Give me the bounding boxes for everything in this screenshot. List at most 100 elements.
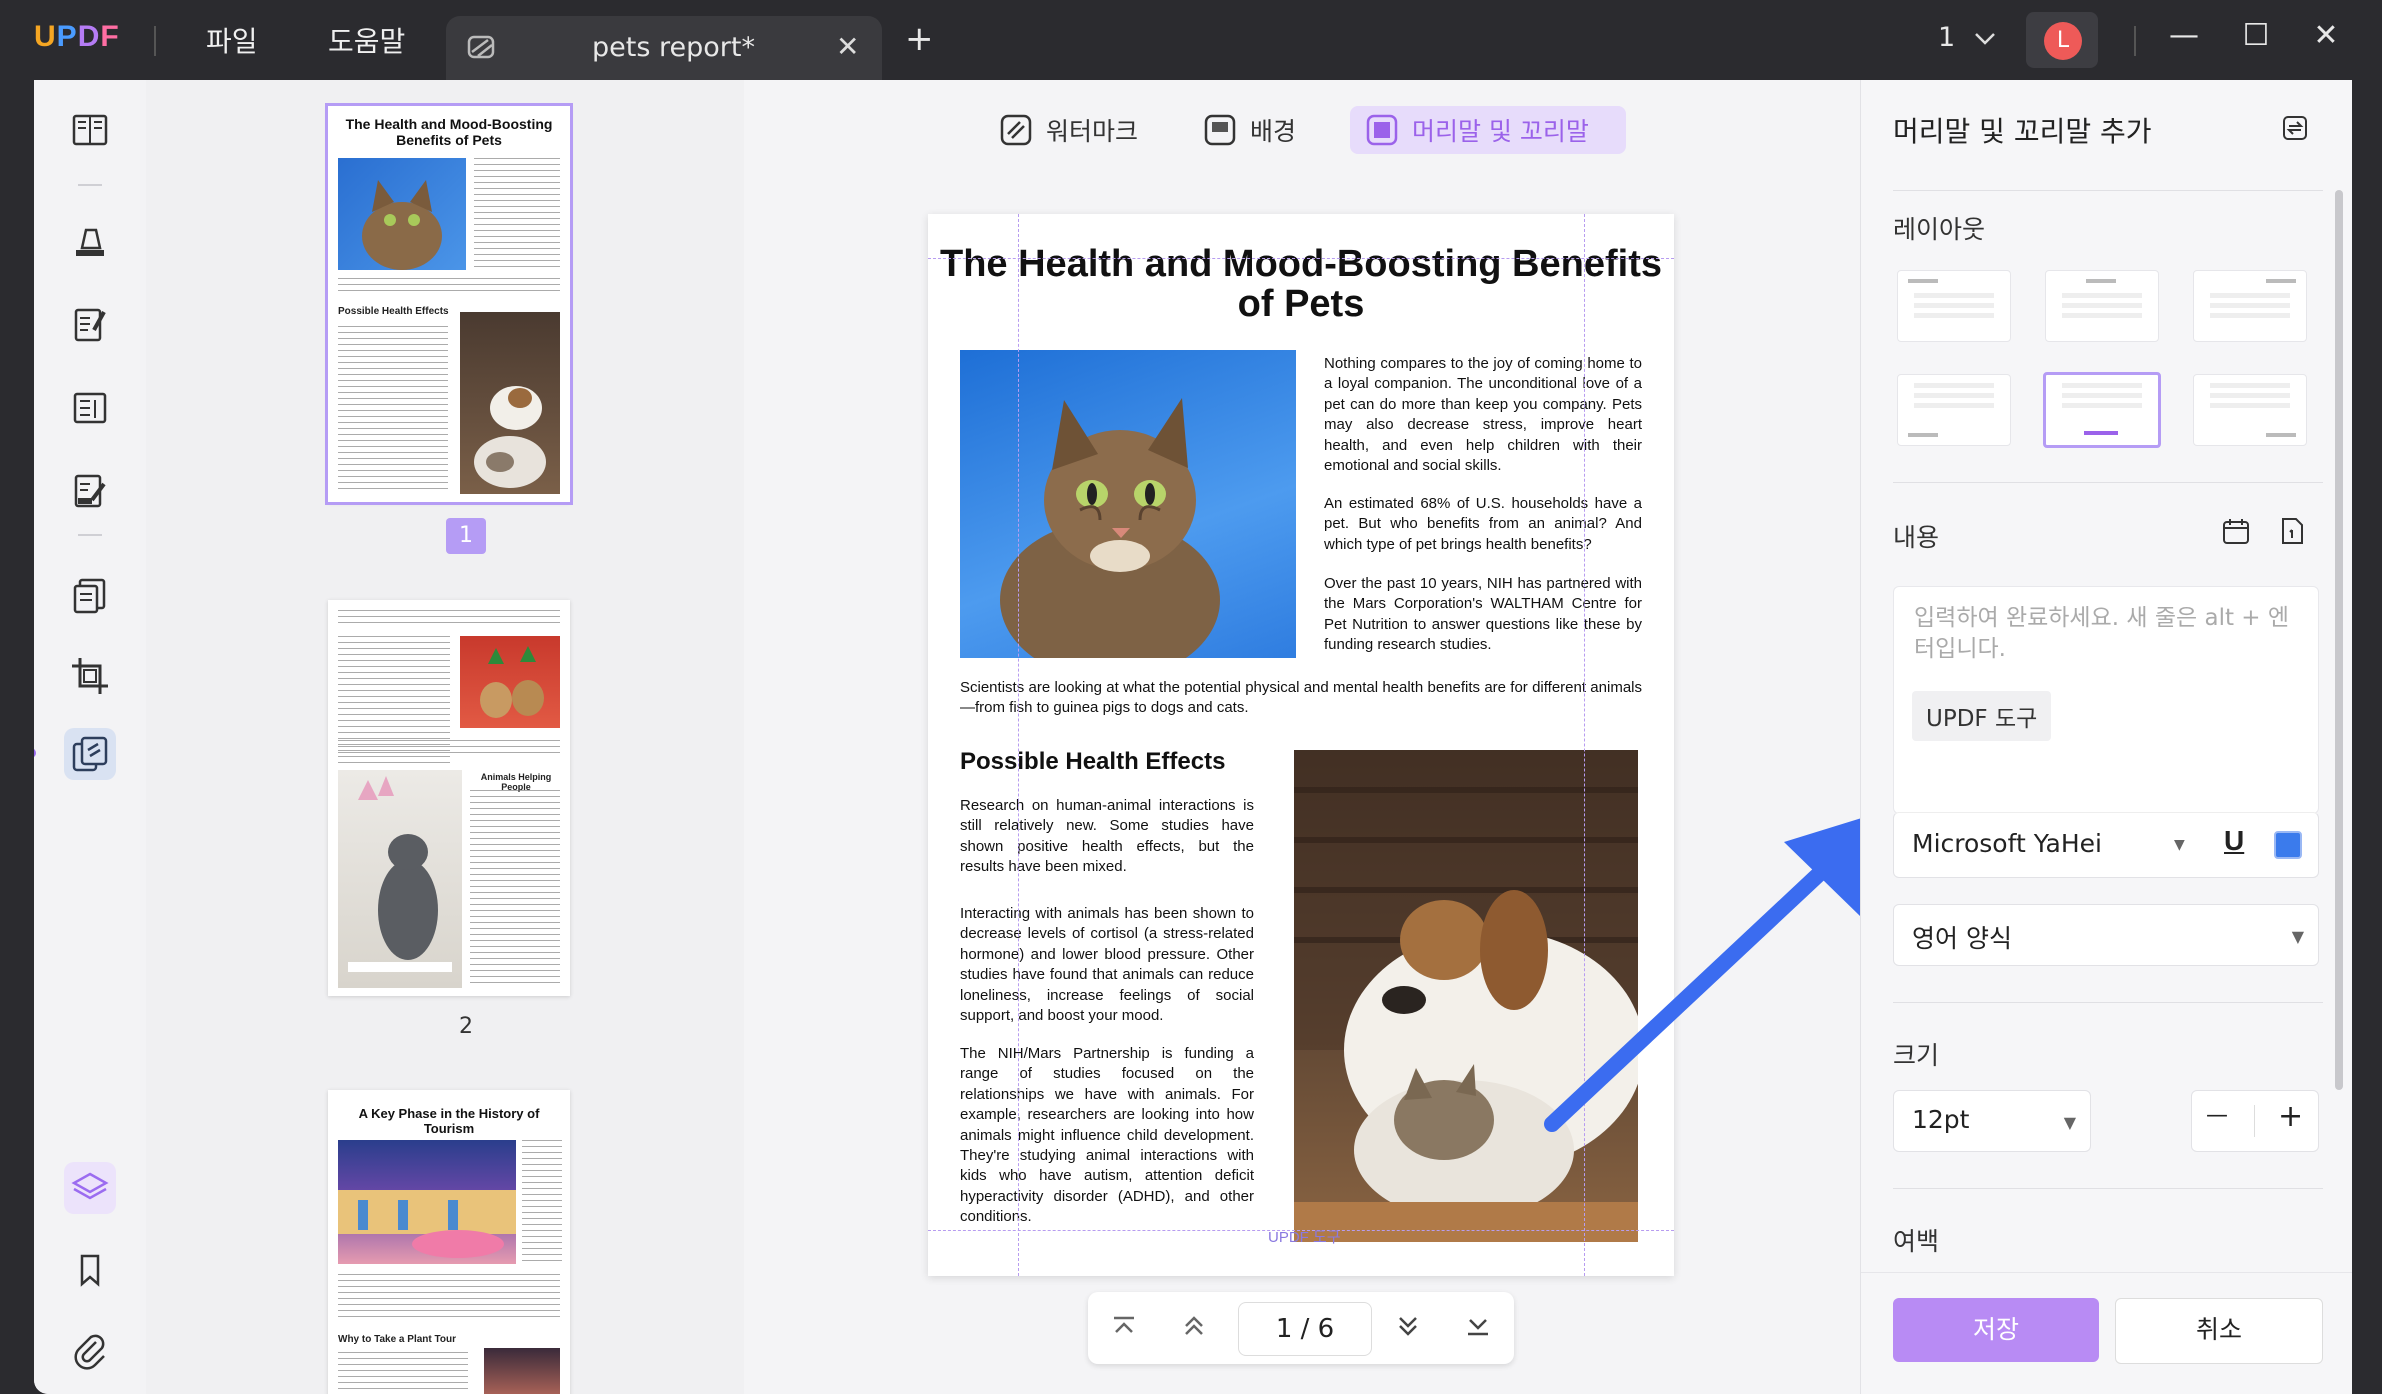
font-row: Microsoft YaHei ▼ U	[1893, 812, 2319, 878]
crop-tool-button[interactable]	[64, 650, 116, 702]
paragraph-4: Scientists are looking at what the poten…	[960, 679, 1642, 717]
content-token-chip[interactable]: UPDF 도구	[1912, 691, 2052, 741]
last-page-icon	[1468, 1319, 1488, 1336]
comment-tool-button[interactable]	[64, 216, 116, 268]
double-chevron-down-icon	[1399, 1317, 1417, 1336]
menu-file[interactable]: 파일	[206, 20, 258, 60]
tab-doc-icon	[466, 34, 498, 66]
thumb3-heading: Why to Take a Plant Tour	[338, 1334, 456, 1345]
page-thumbnail-2[interactable]: Animals Helping People	[328, 600, 570, 996]
page-tools-icon	[72, 736, 108, 772]
reader-mode-button[interactable]	[64, 104, 116, 156]
last-page-button[interactable]	[1462, 1312, 1494, 1344]
content-input[interactable]: 입력하여 완료하세요. 새 줄은 alt + 엔터입니다. UPDF 도구	[1893, 586, 2319, 814]
title-bar: UPDF 파일 도움말 pets report* ✕ + 1 L — ☐ ✕	[0, 0, 2382, 80]
first-page-button[interactable]	[1108, 1312, 1140, 1344]
tab-header-footer[interactable]: 머리말 및 꼬리말	[1350, 106, 1626, 154]
thumb2-heading: Animals Helping People	[480, 772, 552, 792]
double-chevron-up-icon	[1185, 1316, 1203, 1335]
attachments-button[interactable]	[64, 1324, 116, 1376]
layout-bottom-center[interactable]	[2043, 372, 2161, 448]
panel-scrollbar[interactable]	[2335, 190, 2343, 1090]
tab-watermark-label: 워터마크	[1046, 117, 1139, 146]
layers-button[interactable]	[64, 1162, 116, 1214]
panel-divider	[1893, 482, 2323, 483]
tab-background-label: 배경	[1250, 117, 1297, 146]
layout-top-right[interactable]	[2193, 270, 2307, 342]
close-tab-icon[interactable]: ✕	[836, 30, 859, 63]
page-thumbnail-1[interactable]: The Health and Mood-Boosting Benefits of…	[325, 103, 573, 505]
close-window-button[interactable]: ✕	[2304, 18, 2348, 53]
bookmarks-button[interactable]	[64, 1244, 116, 1296]
thumb2-cat-image	[338, 770, 462, 988]
tab-watermark[interactable]: 워터마크	[984, 106, 1154, 154]
page-thumbnail-3[interactable]: A Key Phase in the History of Tourism Wh…	[328, 1090, 570, 1394]
thumbnail-panel: The Health and Mood-Boosting Benefits of…	[146, 80, 744, 1394]
font-size-select[interactable]: 12pt ▼	[1893, 1090, 2091, 1152]
layers-icon	[71, 1172, 109, 1200]
content-label: 내용	[1893, 523, 1940, 552]
chevron-down-icon: ▼	[2291, 927, 2304, 946]
menu-help[interactable]: 도움말	[328, 20, 405, 60]
background-icon	[1204, 114, 1236, 146]
insert-date-button[interactable]	[2221, 516, 2251, 550]
footer-preview-text: UPDF 도구	[1268, 1229, 1341, 1246]
insert-page-number-button[interactable]	[2277, 516, 2307, 550]
increase-size-button[interactable]: +	[2278, 1099, 2303, 1134]
edit-pdf-button[interactable]	[64, 298, 116, 350]
page-indicator[interactable]: 1 / 6	[1238, 1302, 1372, 1356]
thumb3-plant-image	[484, 1348, 560, 1394]
page-tools-button[interactable]	[64, 728, 116, 780]
tab-background[interactable]: 배경	[1188, 106, 1312, 154]
font-size-value: 12pt	[1912, 1105, 1970, 1134]
pages-icon	[73, 578, 106, 614]
font-color-swatch[interactable]	[2274, 831, 2302, 859]
edit-doc-icon	[74, 308, 106, 342]
section-heading: Possible Health Effects	[960, 748, 1226, 775]
updf-logo: UPDF	[34, 20, 120, 53]
user-account-button[interactable]: L	[2026, 12, 2098, 68]
decrease-size-button[interactable]: —	[2206, 1103, 2228, 1128]
chevron-down-icon: ▼	[2063, 1113, 2076, 1132]
watermark-icon	[1000, 114, 1032, 146]
number-style-select[interactable]: 영어 양식 ▼	[1893, 904, 2319, 966]
save-button[interactable]: 저장	[1893, 1298, 2099, 1362]
thumb3-text	[522, 1140, 562, 1264]
prev-page-button[interactable]	[1178, 1312, 1210, 1344]
layout-label: 레이아웃	[1893, 215, 1986, 244]
document-tab[interactable]: pets report* ✕	[446, 16, 882, 80]
sign-doc-icon	[74, 474, 106, 508]
minimize-button[interactable]: —	[2162, 18, 2206, 53]
first-page-icon	[1114, 1316, 1134, 1333]
fill-sign-button[interactable]	[64, 464, 116, 516]
page-number-badge-1: 1	[446, 518, 486, 554]
panel-divider	[1893, 190, 2323, 191]
paragraph-6: Interacting with animals has been shown …	[960, 905, 1254, 1025]
layout-top-left[interactable]	[1897, 270, 2011, 342]
page-navigation: 1 / 6	[1088, 1292, 1514, 1364]
margin-guide-left	[1018, 214, 1019, 1276]
layout-bottom-right[interactable]	[2193, 374, 2307, 446]
title-separator	[154, 26, 156, 56]
form-tool-button[interactable]	[64, 382, 116, 434]
toolbar-separator	[78, 534, 102, 536]
panel-divider	[1893, 1002, 2323, 1003]
cancel-button[interactable]: 취소	[2115, 1298, 2323, 1364]
underline-button[interactable]: U	[2224, 825, 2244, 857]
toolbar-separator	[78, 184, 102, 186]
new-tab-button[interactable]: +	[905, 22, 934, 56]
thumb2-text	[470, 790, 560, 988]
paragraph-1: Nothing compares to the joy of coming ho…	[1324, 355, 1642, 475]
next-page-button[interactable]	[1392, 1312, 1424, 1344]
crop-icon	[72, 658, 108, 694]
organize-pages-button[interactable]	[64, 570, 116, 622]
title-separator	[2134, 26, 2136, 56]
window-count-dropdown[interactable]: 1	[1938, 22, 1996, 53]
font-family-select[interactable]: Microsoft YaHei	[1912, 829, 2102, 858]
layout-bottom-left[interactable]	[1897, 374, 2011, 446]
swap-panel-button[interactable]	[2281, 114, 2309, 146]
maximize-button[interactable]: ☐	[2234, 18, 2278, 53]
thumb1-text	[474, 158, 560, 270]
layout-top-center[interactable]	[2045, 270, 2159, 342]
paragraph-5: Research on human-animal interactions is…	[960, 797, 1254, 876]
